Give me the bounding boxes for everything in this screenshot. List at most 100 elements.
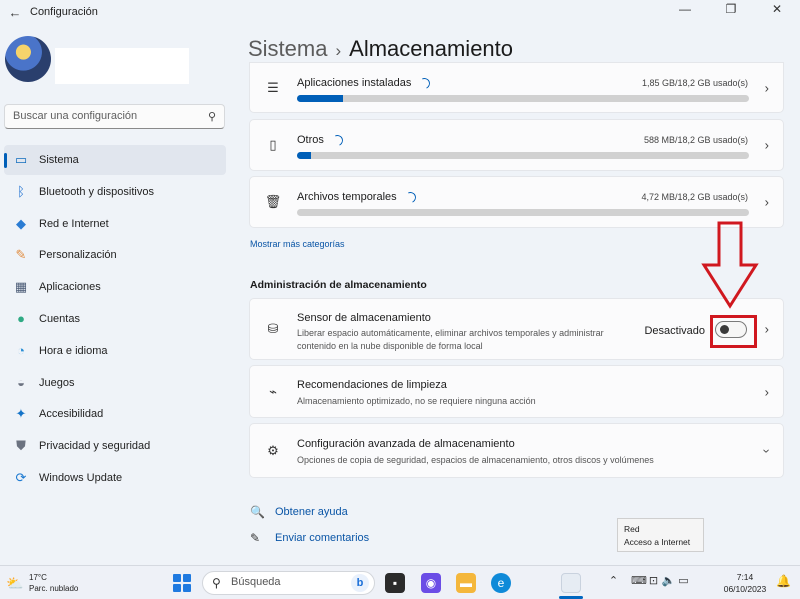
chevron-right-icon: › (764, 137, 769, 153)
speaker-icon[interactable]: 🔈 (661, 574, 676, 587)
user-profile[interactable] (5, 36, 189, 84)
system-tray: ⌃ ⌨ ⊡ 🔈 ▭ (606, 574, 691, 587)
breadcrumb: Sistema › Almacenamiento (248, 36, 513, 62)
usage-label: Aplicaciones instaladas (297, 77, 412, 89)
taskbar-search-input[interactable]: ⚲ Búsqueda b (202, 571, 375, 595)
close-icon[interactable]: ✕ (754, 0, 800, 24)
file-explorer-icon[interactable]: ▬ (456, 573, 476, 593)
weather-desc: Parc. nublado (29, 584, 79, 593)
get-help-label: Obtener ayuda (275, 506, 348, 518)
loading-spinner-icon (417, 75, 432, 91)
gear-icon: ⚙ (267, 442, 279, 458)
bing-icon[interactable]: b (351, 574, 369, 592)
sidebar-item[interactable]: ◒ Juegos (4, 368, 226, 398)
setting-desc: Almacenamiento optimizado, no se requier… (297, 396, 536, 406)
taskbar: ⛅ 17°C Parc. nublado ⚲ Búsqueda b ▪ ◉ ▬ … (0, 565, 800, 599)
usage-bar-fill (297, 95, 344, 102)
setting-desc: contenido en la nube disponible de forma… (297, 341, 483, 351)
brush-icon: ✎ (15, 247, 27, 263)
cleanup-recommendations-card[interactable]: ⌁ Recomendaciones de limpieza Almacenami… (249, 365, 784, 418)
settings-app-icon[interactable] (561, 573, 581, 593)
window-controls: — ❐ ✕ (662, 0, 800, 24)
show-more-categories-link[interactable]: Mostrar más categorías (250, 239, 345, 249)
breadcrumb-parent[interactable]: Sistema (248, 36, 327, 61)
partly-cloudy-icon: ⛅ (6, 574, 24, 591)
annotation-arrow-icon (701, 221, 759, 309)
help-icon: 🔍 (250, 505, 265, 519)
start-button[interactable] (173, 574, 191, 592)
sidebar-item-label: Bluetooth y dispositivos (39, 185, 154, 198)
loading-spinner-icon (403, 189, 418, 205)
sidebar-item-label: Personalización (39, 249, 117, 262)
breadcrumb-separator-icon: › (335, 41, 342, 60)
document-icon: ▯ (269, 137, 277, 152)
send-feedback-link[interactable]: ✎ Enviar comentarios (250, 531, 369, 545)
chevron-right-icon: › (764, 321, 769, 337)
chat-icon[interactable]: ◉ (421, 573, 441, 593)
get-help-link[interactable]: 🔍 Obtener ayuda (250, 505, 348, 519)
loading-spinner-icon (330, 132, 345, 148)
sidebar-item[interactable]: ▦ Aplicaciones (4, 272, 226, 302)
update-icon: ⟳ (15, 469, 27, 485)
battery-icon[interactable]: ▭ (676, 574, 691, 587)
user-name-redacted (55, 48, 189, 84)
sidebar-item-label: Sistema (39, 154, 79, 166)
sidebar-item[interactable]: ✎ Personalización (4, 240, 226, 270)
edge-icon[interactable]: e (491, 573, 511, 593)
feedback-icon: ✎ (250, 531, 261, 545)
apps-icon: ▦ (14, 279, 28, 295)
avatar[interactable] (5, 36, 51, 82)
window-title: Configuración (30, 6, 98, 18)
minimize-icon[interactable]: — (662, 0, 708, 24)
clock-date: 06/10/2023 (723, 584, 767, 594)
notifications-bell-icon[interactable]: 🔔 (776, 574, 791, 588)
annotation-highlight-box (710, 315, 757, 348)
sidebar-item[interactable]: ▭ Sistema (4, 145, 226, 175)
tooltip-line: Red (624, 524, 640, 534)
sidebar-item-label: Cuentas (39, 312, 80, 325)
arrow-left-icon[interactable]: ← (4, 5, 26, 20)
chevron-right-icon: › (764, 194, 769, 210)
weather-temp: 17°C (29, 573, 47, 582)
chevron-up-icon[interactable]: ⌃ (606, 574, 621, 587)
drive-icon: ⛁ (267, 321, 279, 336)
toggle-state-label: Desactivado (644, 325, 705, 337)
sidebar-item-label: Accesibilidad (39, 408, 104, 421)
chevron-right-icon: › (764, 384, 769, 399)
sidebar-item[interactable]: ⟳ Windows Update (4, 463, 226, 493)
task-view-icon[interactable]: ▪ (385, 573, 405, 593)
shield-icon: ⛊ (16, 438, 26, 454)
clock[interactable]: 7:14 06/10/2023 (722, 571, 768, 595)
keyboard-icon[interactable]: ⌨ (631, 574, 647, 587)
usage-bar (297, 209, 749, 216)
page-title: Almacenamiento (349, 36, 514, 61)
sidebar-item[interactable]: ● Cuentas (4, 304, 226, 334)
sidebar-item[interactable]: ◔ Hora e idioma (4, 336, 226, 366)
usage-card-other[interactable]: ▯ Otros 588 MB/18,2 GB usado(s) › (249, 119, 784, 171)
wifi-icon: ◆ (16, 215, 26, 231)
sidebar: Buscar una configuración ⚲ ▭ Sistema ᛒ Blue… (0, 24, 235, 564)
storage-management-heading: Administración de almacenamiento (250, 279, 427, 291)
network-tooltip: Red Acceso a Internet (617, 518, 704, 552)
gamepad-icon: ◒ (17, 375, 25, 391)
sidebar-item[interactable]: ✦ Accesibilidad (4, 399, 226, 429)
tooltip-line: Acceso a Internet (624, 537, 691, 547)
usage-label: Archivos temporales (297, 191, 397, 203)
search-icon[interactable]: ⚲ (208, 110, 216, 123)
trash-icon: 🗑 (264, 194, 282, 209)
chevron-right-icon: › (764, 80, 769, 95)
sidebar-item[interactable]: ᛒ Bluetooth y dispositivos (4, 177, 226, 207)
usage-card-installed-apps[interactable]: ☰ Aplicaciones instaladas 1,85 GB/18,2 G… (249, 62, 784, 113)
usage-bar-fill (297, 152, 312, 159)
sidebar-item[interactable]: ⛊ Privacidad y seguridad (4, 431, 226, 461)
network-icon[interactable]: ⊡ (646, 574, 661, 587)
advanced-storage-card[interactable]: ⚙ Configuración avanzada de almacenamien… (249, 423, 784, 478)
chevron-down-icon: › (759, 448, 775, 453)
sidebar-item-label: Privacidad y seguridad (39, 440, 151, 453)
monitor-icon: ▭ (14, 152, 28, 167)
accessibility-icon: ✦ (15, 406, 27, 422)
settings-search-input[interactable]: Buscar una configuración ⚲ (4, 104, 225, 129)
weather-widget[interactable]: ⛅ 17°C Parc. nublado (6, 572, 78, 594)
sidebar-item[interactable]: ◆ Red e Internet (4, 209, 226, 239)
restore-icon[interactable]: ❐ (708, 0, 754, 24)
